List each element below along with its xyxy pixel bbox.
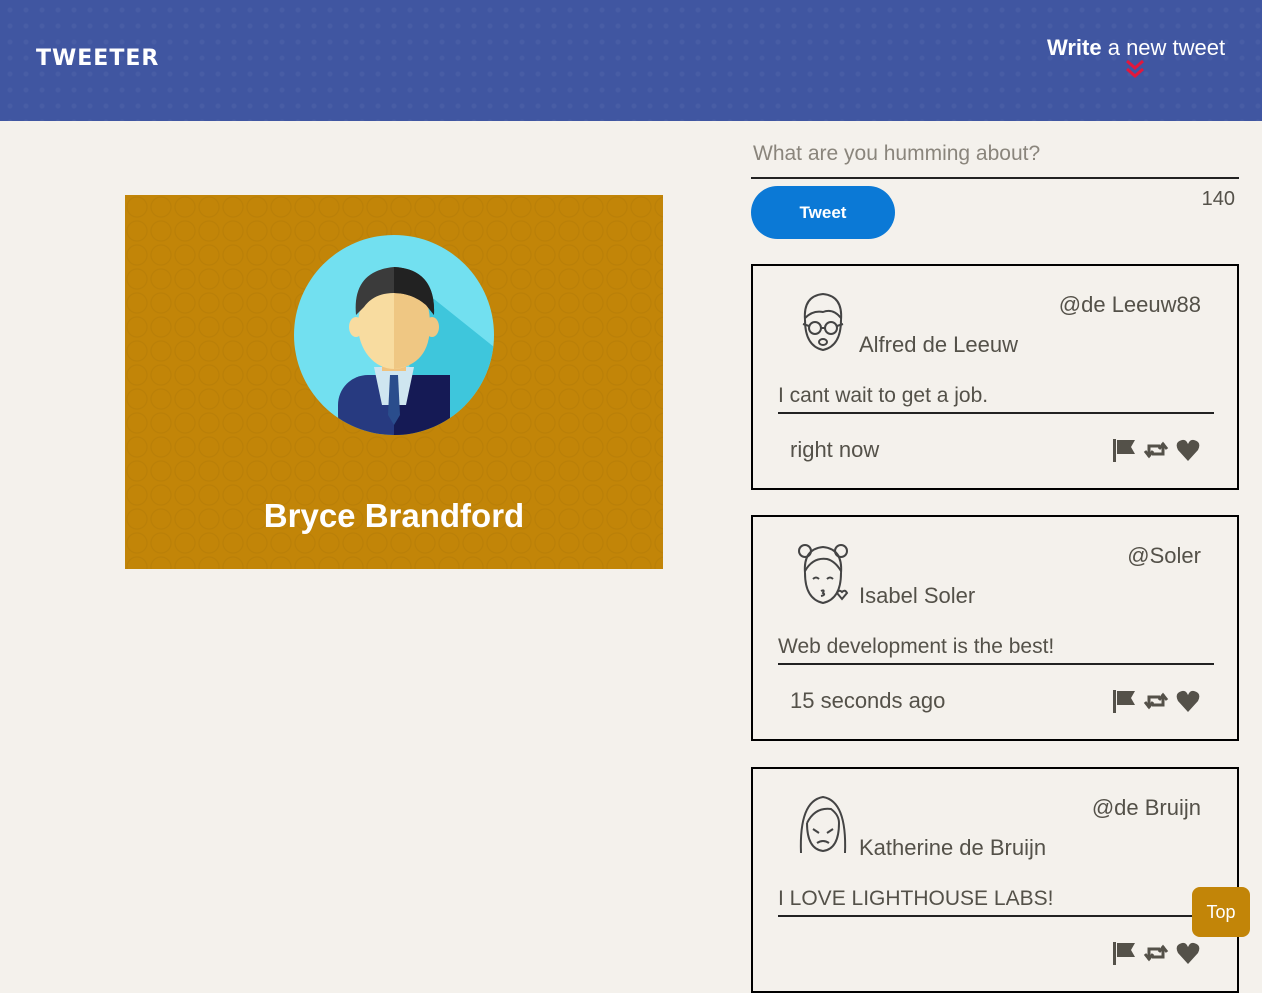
tweet-card: Isabel Soler @Soler Web development is t… (751, 515, 1239, 741)
tweet-card: Katherine de Bruijn @de Bruijn I LOVE LI… (751, 767, 1239, 993)
tweet-author-handle: @de Bruijn (1091, 795, 1201, 820)
double-chevron-down-icon[interactable] (1124, 58, 1146, 80)
tweet-content: I cant wait to get a job. (778, 384, 1214, 414)
businessman-avatar-icon (294, 235, 494, 435)
heart-icon[interactable] (1175, 437, 1201, 463)
girl-kiss-avatar-icon (798, 544, 849, 605)
tweet-author-handle: @Soler (1127, 543, 1201, 568)
man-glasses-avatar-icon (802, 292, 844, 352)
profile-name: Bryce Brandford (263, 497, 525, 534)
tweet-actions (1111, 437, 1201, 463)
write-label: Write (1047, 35, 1102, 60)
tweet-content: I LOVE LIGHTHOUSE LABS! (778, 887, 1214, 917)
tweet-submit-button[interactable]: Tweet (751, 186, 895, 239)
scroll-to-top-button[interactable]: Top (1192, 887, 1250, 937)
tweet-timestamp: 15 seconds ago (790, 688, 946, 713)
profile-card: Bryce Brandford (125, 195, 663, 569)
brand-logo[interactable]: TWEETER (36, 46, 159, 71)
tweet-content: Web development is the best! (778, 635, 1214, 665)
tweet-card: Alfred de Leeuw @de Leeuw88 I cant wait … (751, 264, 1239, 490)
tweet-actions (1111, 940, 1201, 966)
tweet-text-input[interactable] (751, 131, 1239, 179)
heart-icon[interactable] (1175, 940, 1201, 966)
new-tweet-label: a new tweet (1101, 35, 1226, 60)
tweet-author-name: Katherine de Bruijn (859, 835, 1047, 860)
tweet-author-handle: @de Leeuw88 (1058, 292, 1201, 317)
heart-icon[interactable] (1175, 688, 1201, 714)
woman-avatar-icon (799, 795, 847, 854)
character-counter: 140 (1201, 188, 1235, 210)
flag-icon[interactable] (1111, 940, 1137, 966)
tweet-author-name: Isabel Soler (859, 583, 976, 608)
retweet-icon[interactable] (1143, 688, 1169, 714)
flag-icon[interactable] (1111, 688, 1137, 714)
retweet-icon[interactable] (1143, 437, 1169, 463)
tweet-actions (1111, 688, 1201, 714)
flag-icon[interactable] (1111, 437, 1137, 463)
top-nav: TWEETER Write a new tweet (0, 0, 1262, 121)
tweet-author-name: Alfred de Leeuw (859, 332, 1018, 357)
tweet-timestamp: right now (790, 437, 880, 462)
retweet-icon[interactable] (1143, 940, 1169, 966)
